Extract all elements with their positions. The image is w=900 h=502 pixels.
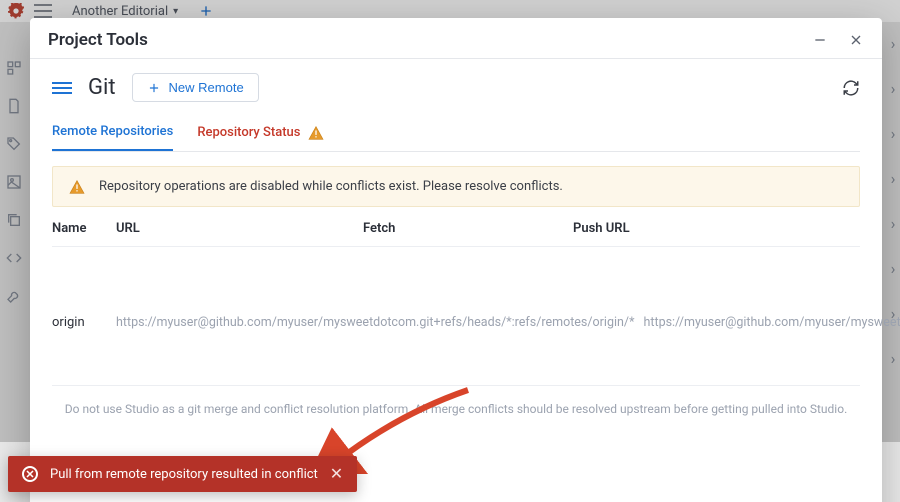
remotes-table: Name URL Fetch Push URL origin https://m… bbox=[52, 217, 860, 386]
alert-text: Repository operations are disabled while… bbox=[99, 179, 563, 194]
modal-title: Project Tools bbox=[48, 30, 148, 50]
section-menu-icon[interactable] bbox=[52, 82, 72, 94]
error-icon: ✕ bbox=[22, 466, 38, 482]
new-remote-button[interactable]: New Remote bbox=[132, 73, 259, 102]
modal-header: Project Tools bbox=[30, 18, 882, 59]
error-toast: ✕ Pull from remote repository resulted i… bbox=[8, 456, 357, 492]
plus-icon bbox=[147, 81, 161, 95]
project-tools-modal: Project Tools Git New Remote Rem bbox=[30, 18, 882, 502]
tab-repository-status[interactable]: Repository Status bbox=[197, 116, 324, 151]
col-name: Name bbox=[52, 221, 116, 236]
remote-url: https://myuser@github.com/myuser/mysweet… bbox=[116, 315, 434, 330]
warning-icon bbox=[308, 126, 324, 140]
new-remote-label: New Remote bbox=[169, 80, 244, 95]
table-row: origin https://myuser@github.com/myuser/… bbox=[52, 247, 860, 386]
remote-push-url: https://myuser@github.com/myuser/mysweet… bbox=[644, 315, 900, 330]
minimize-icon[interactable] bbox=[812, 32, 828, 48]
toast-close-icon[interactable]: ✕ bbox=[330, 466, 343, 482]
close-icon[interactable] bbox=[848, 32, 864, 48]
section-title: Git bbox=[88, 75, 116, 100]
col-url: URL bbox=[116, 221, 363, 236]
git-header-row: Git New Remote bbox=[52, 69, 860, 116]
remote-name: origin bbox=[52, 315, 116, 330]
remote-fetch: +refs/heads/*:refs/remotes/origin/* bbox=[434, 315, 644, 330]
warning-icon bbox=[69, 180, 85, 194]
conflict-alert: Repository operations are disabled while… bbox=[52, 166, 860, 207]
refresh-icon[interactable] bbox=[842, 79, 860, 97]
toast-message: Pull from remote repository resulted in … bbox=[50, 467, 318, 482]
table-header: Name URL Fetch Push URL bbox=[52, 217, 860, 247]
tab-strip: Remote Repositories Repository Status bbox=[52, 116, 860, 152]
tab-remote-repositories[interactable]: Remote Repositories bbox=[52, 116, 173, 151]
col-fetch: Fetch bbox=[363, 221, 573, 236]
col-push-url: Push URL bbox=[573, 221, 820, 236]
